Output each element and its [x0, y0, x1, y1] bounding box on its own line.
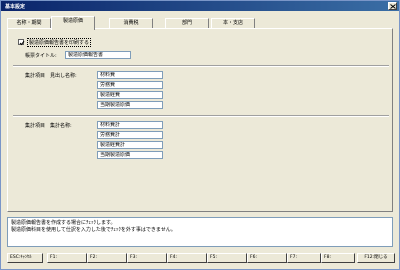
esc-cancel-button[interactable]: ESC:ｷｬﾝｾﾙ — [7, 253, 43, 263]
f7-button[interactable]: F7: — [287, 253, 321, 263]
tab-label: 製造原価 — [62, 18, 83, 24]
heading-name-field[interactable]: 労務費 — [97, 81, 163, 89]
total-name-field[interactable]: 労務費計 — [97, 131, 163, 139]
f4-button[interactable]: F4: — [167, 253, 207, 263]
help-message-box: 製造原価報告書を作成する場合にﾁｪｯｸします。 製造原価科目を使用して仕訳を入力… — [7, 217, 393, 247]
heading-names-label: 集計項目 見出し名称: — [25, 73, 77, 79]
f8-button[interactable]: F8: — [321, 253, 355, 263]
total-name-field[interactable]: 製造経費計 — [97, 141, 163, 149]
close-icon — [390, 4, 396, 9]
tab-label: 名称・期間 — [16, 20, 42, 26]
help-line: 製造原価報告書を作成する場合にﾁｪｯｸします。 — [11, 220, 116, 226]
print-report-checkbox[interactable] — [18, 39, 25, 46]
report-title-field[interactable]: 製造原価報告書 — [65, 51, 131, 59]
close-button[interactable] — [388, 2, 397, 10]
tab-label: 消費税 — [123, 20, 139, 26]
total-name-field[interactable]: 当期製造原価 — [97, 151, 163, 159]
f12-close-button[interactable]: F12:閉じる — [357, 253, 395, 263]
heading-name-field[interactable]: 製造経費 — [97, 91, 163, 99]
tab-label: 本・支店 — [222, 20, 243, 26]
window-title: 基本設定 — [5, 4, 26, 10]
tab-label: 部門 — [181, 20, 192, 26]
f6-button[interactable]: F6: — [247, 253, 287, 263]
f1-button[interactable]: F1: — [47, 253, 87, 263]
checkmark-icon — [19, 40, 25, 46]
heading-name-field[interactable]: 当期製造原価 — [97, 101, 163, 109]
separator — [13, 65, 389, 67]
print-report-label: 製造原価報告書を印刷する — [27, 38, 92, 47]
f3-button[interactable]: F3: — [127, 253, 167, 263]
f5-button[interactable]: F5: — [207, 253, 247, 263]
tab-manufacturing-cost[interactable]: 製造原価 — [51, 16, 95, 30]
total-names-label: 集計項目 集計名称: — [25, 123, 72, 129]
settings-window: 基本設定 名称・期間 製造原価 消費税 部門 本・支店 製造原価報告書を印刷する… — [0, 0, 400, 270]
title-bar: 基本設定 — [1, 1, 399, 11]
total-name-field[interactable]: 材料費計 — [97, 121, 163, 129]
help-line: 製造原価科目を使用して仕訳を入力した後でﾁｪｯｸを外す事はできません。 — [11, 227, 176, 233]
separator — [13, 115, 389, 117]
heading-name-field[interactable]: 材料費 — [97, 71, 163, 79]
report-title-label: 帳票タイトル: — [25, 53, 57, 59]
f2-button[interactable]: F2: — [87, 253, 127, 263]
